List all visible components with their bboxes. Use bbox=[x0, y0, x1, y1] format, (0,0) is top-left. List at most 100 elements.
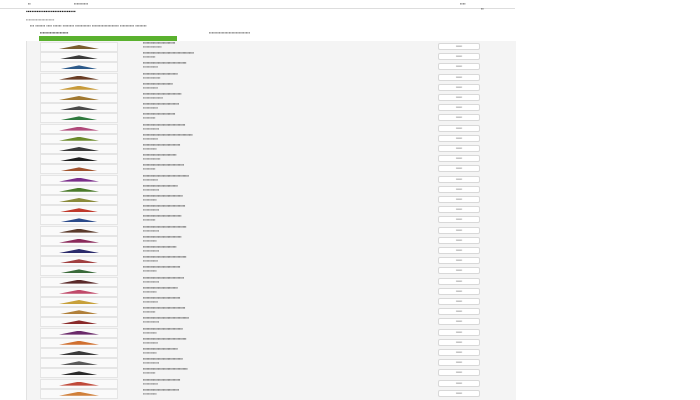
view-button[interactable]: ▪▪▪▪▪▪ bbox=[438, 124, 480, 132]
product-meta: ▪▪▪▪▪▪▪▪▪▪▪▪▪▪▪ bbox=[143, 45, 162, 49]
view-button[interactable]: ▪▪▪▪▪▪ bbox=[438, 247, 480, 254]
thumbnail-art bbox=[59, 259, 99, 264]
product-info: ▪▪▪▪▪▪▪▪▪▪▪▪▪▪▪▪▪▪▪▪▪▪▪▪▪▪▪▪▪▪▪▪▪▪▪▪▪▪▪▪… bbox=[143, 255, 343, 263]
list-item[interactable]: ▪▪▪▪▪▪▪▪▪▪▪▪▪▪▪▪▪▪▪▪▪▪▪▪▪▪▪▪▪▪▪▪▪▪▪▪▪▪▪▪… bbox=[27, 51, 516, 63]
view-button[interactable]: ▪▪▪▪▪▪ bbox=[438, 94, 480, 101]
view-button[interactable]: ▪▪▪▪▪▪ bbox=[438, 359, 480, 367]
product-meta: ▪▪▪▪▪▪▪▪▪▪ bbox=[143, 55, 156, 60]
product-meta: ▪▪▪▪▪▪▪▪▪▪▪▪▪▪▪▪ bbox=[143, 96, 163, 100]
view-button[interactable]: ▪▪▪▪▪▪ bbox=[438, 206, 480, 214]
cart-link[interactable]: ▪▪ bbox=[481, 6, 484, 11]
product-meta: ▪▪▪▪▪▪▪▪▪▪▪▪ bbox=[143, 106, 158, 111]
view-button[interactable]: ▪▪▪▪▪▪ bbox=[438, 349, 480, 356]
list-item[interactable]: ▪▪▪▪▪▪▪▪▪▪▪▪▪▪▪▪▪▪▪▪▪▪▪▪▪▪▪▪▪▪▪▪▪▪▪▪▪▪▪▪… bbox=[27, 41, 516, 52]
view-button[interactable]: ▪▪▪▪▪▪ bbox=[438, 277, 480, 285]
view-button[interactable]: ▪▪▪▪▪▪ bbox=[438, 43, 480, 50]
list-item[interactable]: ▪▪▪▪▪▪▪▪▪▪▪▪▪▪▪▪▪▪▪▪▪▪▪▪▪▪▪▪▪▪▪▪▪▪▪▪▪▪▪▪… bbox=[27, 255, 516, 267]
list-item[interactable]: ▪▪▪▪▪▪▪▪▪▪▪▪▪▪▪▪▪▪▪▪▪▪▪▪▪▪▪▪▪▪▪▪▪▪▪▪▪▪▪▪… bbox=[27, 174, 516, 185]
product-meta: ▪▪▪▪▪▪▪▪▪▪▪▪▪ bbox=[143, 249, 160, 253]
view-button[interactable]: ▪▪▪▪▪▪ bbox=[438, 338, 480, 346]
list-item[interactable]: ▪▪▪▪▪▪▪▪▪▪▪▪▪▪▪▪▪▪▪▪▪▪▪▪▪▪▪▪▪▪▪▪▪▪▪▪▪▪▪▪… bbox=[27, 357, 516, 369]
list-item[interactable]: ▪▪▪▪▪▪▪▪▪▪▪▪▪▪▪▪▪▪▪▪▪▪▪▪▪▪▪▪▪▪▪▪▪▪▪▪▪▪▪▪… bbox=[27, 337, 516, 348]
list-item[interactable]: ▪▪▪▪▪▪▪▪▪▪▪▪▪▪▪▪▪▪▪▪▪▪▪▪▪▪▪▪▪▪▪▪▪▪▪▪▪▪▪▪… bbox=[27, 82, 516, 93]
list-item[interactable]: ▪▪▪▪▪▪▪▪▪▪▪▪▪▪▪▪▪▪▪▪▪▪▪▪▪▪▪▪▪▪▪▪▪▪▪▪▪▪▪▪… bbox=[27, 316, 516, 328]
list-item[interactable]: ▪▪▪▪▪▪▪▪▪▪▪▪▪▪▪▪▪▪▪▪▪▪▪▪▪▪▪▪▪▪▪▪▪▪▪▪▪▪▪▪… bbox=[27, 143, 516, 154]
list-item[interactable]: ▪▪▪▪▪▪▪▪▪▪▪▪▪▪▪▪▪▪▪▪▪▪▪▪▪▪▪▪▪▪▪▪▪▪▪▪▪▪▪▪… bbox=[27, 204, 516, 216]
view-button[interactable]: ▪▪▪▪▪▪ bbox=[438, 389, 480, 397]
account-link[interactable]: ▪▪▪▪ bbox=[460, 1, 466, 6]
site-logo[interactable]: ▪▪ bbox=[28, 1, 31, 6]
list-item[interactable]: ▪▪▪▪▪▪▪▪▪▪▪▪▪▪▪▪▪▪▪▪▪▪▪▪▪▪▪▪▪▪▪▪▪▪▪▪▪▪▪▪… bbox=[27, 225, 516, 236]
view-button[interactable]: ▪▪▪▪▪▪ bbox=[438, 287, 480, 295]
list-item[interactable]: ▪▪▪▪▪▪▪▪▪▪▪▪▪▪▪▪▪▪▪▪▪▪▪▪▪▪▪▪▪▪▪▪▪▪▪▪▪▪▪▪… bbox=[27, 92, 516, 103]
product-info: ▪▪▪▪▪▪▪▪▪▪▪▪▪▪▪▪▪▪▪▪▪▪▪▪▪▪▪▪▪▪▪▪▪▪▪▪▪▪▪▪… bbox=[143, 41, 343, 49]
list-item[interactable]: ▪▪▪▪▪▪▪▪▪▪▪▪▪▪▪▪▪▪▪▪▪▪▪▪▪▪▪▪▪▪▪▪▪▪▪▪▪▪▪▪… bbox=[27, 388, 516, 399]
list-item[interactable]: ▪▪▪▪▪▪▪▪▪▪▪▪▪▪▪▪▪▪▪▪▪▪▪▪▪▪▪▪▪▪▪▪▪▪▪▪▪▪▪▪… bbox=[27, 194, 516, 205]
view-button[interactable]: ▪▪▪▪▪▪ bbox=[438, 298, 480, 305]
view-button[interactable]: ▪▪▪▪▪▪ bbox=[438, 226, 480, 234]
view-button[interactable]: ▪▪▪▪▪▪ bbox=[438, 165, 480, 173]
product-info: ▪▪▪▪▪▪▪▪▪▪▪▪▪▪▪▪▪▪▪▪▪▪▪▪▪▪▪▪▪▪▪▪▪▪▪▪▪▪▪▪… bbox=[143, 306, 343, 314]
view-button[interactable]: ▪▪▪▪▪▪ bbox=[438, 114, 480, 122]
view-button[interactable]: ▪▪▪▪▪▪ bbox=[438, 318, 480, 326]
view-button[interactable]: ▪▪▪▪▪▪ bbox=[438, 175, 480, 183]
view-button[interactable]: ▪▪▪▪▪▪ bbox=[438, 185, 480, 193]
list-item[interactable]: ▪▪▪▪▪▪▪▪▪▪▪▪▪▪▪▪▪▪▪▪▪▪▪▪▪▪▪▪▪▪▪▪▪▪▪▪▪▪▪▪… bbox=[27, 306, 516, 318]
view-button[interactable]: ▪▪▪▪▪▪ bbox=[438, 155, 480, 163]
view-button[interactable]: ▪▪▪▪▪▪ bbox=[438, 267, 480, 275]
view-button[interactable]: ▪▪▪▪▪▪ bbox=[438, 196, 480, 203]
view-button[interactable]: ▪▪▪▪▪▪ bbox=[438, 63, 480, 71]
product-meta: ▪▪▪▪▪▪▪▪▪▪▪▪▪▪ bbox=[143, 157, 161, 162]
view-button[interactable]: ▪▪▪▪▪▪ bbox=[438, 328, 480, 336]
view-button[interactable]: ▪▪▪▪▪▪ bbox=[438, 145, 480, 152]
view-button[interactable]: ▪▪▪▪▪▪ bbox=[438, 379, 480, 387]
list-item[interactable]: ▪▪▪▪▪▪▪▪▪▪▪▪▪▪▪▪▪▪▪▪▪▪▪▪▪▪▪▪▪▪▪▪▪▪▪▪▪▪▪▪… bbox=[27, 72, 516, 83]
view-button[interactable]: ▪▪▪▪▪▪ bbox=[438, 216, 480, 224]
list-item[interactable]: ▪▪▪▪▪▪▪▪▪▪▪▪▪▪▪▪▪▪▪▪▪▪▪▪▪▪▪▪▪▪▪▪▪▪▪▪▪▪▪▪… bbox=[27, 347, 516, 358]
list-item[interactable]: ▪▪▪▪▪▪▪▪▪▪▪▪▪▪▪▪▪▪▪▪▪▪▪▪▪▪▪▪▪▪▪▪▪▪▪▪▪▪▪▪… bbox=[27, 123, 516, 134]
product-meta: ▪▪▪▪▪▪▪▪▪▪▪▪▪ bbox=[143, 228, 160, 233]
product-meta: ▪▪▪▪▪▪▪▪▪▪ bbox=[143, 218, 156, 223]
list-item[interactable]: ▪▪▪▪▪▪▪▪▪▪▪▪▪▪▪▪▪▪▪▪▪▪▪▪▪▪▪▪▪▪▪▪▪▪▪▪▪▪▪▪… bbox=[27, 276, 516, 287]
list-item[interactable]: ▪▪▪▪▪▪▪▪▪▪▪▪▪▪▪▪▪▪▪▪▪▪▪▪▪▪▪▪▪▪▪▪▪▪▪▪▪▪▪▪… bbox=[27, 367, 516, 379]
list-item[interactable]: ▪▪▪▪▪▪▪▪▪▪▪▪▪▪▪▪▪▪▪▪▪▪▪▪▪▪▪▪▪▪▪▪▪▪▪▪▪▪▪▪… bbox=[27, 214, 516, 226]
view-button[interactable]: ▪▪▪▪▪▪ bbox=[438, 369, 480, 377]
view-button[interactable]: ▪▪▪▪▪▪ bbox=[438, 257, 480, 265]
product-meta: ▪▪▪▪▪▪▪▪▪▪▪▪ bbox=[143, 300, 158, 304]
list-item[interactable]: ▪▪▪▪▪▪▪▪▪▪▪▪▪▪▪▪▪▪▪▪▪▪▪▪▪▪▪▪▪▪▪▪▪▪▪▪▪▪▪▪… bbox=[27, 102, 516, 114]
top-nav-link[interactable]: ▪▪▪▪▪▪▪▪▪▪ bbox=[74, 1, 88, 6]
view-button[interactable]: ▪▪▪▪▪▪ bbox=[438, 134, 480, 142]
view-button[interactable]: ▪▪▪▪▪▪ bbox=[438, 73, 480, 81]
product-meta: ▪▪▪▪▪▪▪▪▪▪▪▪▪ bbox=[143, 187, 160, 192]
product-meta: ▪▪▪▪▪▪▪▪▪▪▪▪▪ bbox=[143, 126, 160, 131]
view-button[interactable]: ▪▪▪▪▪▪ bbox=[438, 104, 480, 112]
thumbnail-art bbox=[59, 157, 99, 162]
view-button[interactable]: ▪▪▪▪▪▪ bbox=[438, 53, 480, 61]
list-item[interactable]: ▪▪▪▪▪▪▪▪▪▪▪▪▪▪▪▪▪▪▪▪▪▪▪▪▪▪▪▪▪▪▪▪▪▪▪▪▪▪▪▪… bbox=[27, 286, 516, 297]
product-info: ▪▪▪▪▪▪▪▪▪▪▪▪▪▪▪▪▪▪▪▪▪▪▪▪▪▪▪▪▪▪▪▪▪▪▪▪▪▪▪▪ bbox=[143, 245, 343, 253]
list-item[interactable]: ▪▪▪▪▪▪▪▪▪▪▪▪▪▪▪▪▪▪▪▪▪▪▪▪▪▪▪▪▪▪▪▪▪▪▪▪▪▪▪▪… bbox=[27, 378, 516, 389]
list-item[interactable]: ▪▪▪▪▪▪▪▪▪▪▪▪▪▪▪▪▪▪▪▪▪▪▪▪▪▪▪▪▪▪▪▪▪▪▪▪▪▪▪▪… bbox=[27, 133, 516, 144]
list-item[interactable]: ▪▪▪▪▪▪▪▪▪▪▪▪▪▪▪▪▪▪▪▪▪▪▪▪▪▪▪▪▪▪▪▪▪▪▪▪▪▪▪▪… bbox=[27, 296, 516, 307]
list-item[interactable]: ▪▪▪▪▪▪▪▪▪▪▪▪▪▪▪▪▪▪▪▪▪▪▪▪▪▪▪▪▪▪▪▪▪▪▪▪▪▪▪▪… bbox=[27, 112, 516, 124]
view-button[interactable]: ▪▪▪▪▪▪ bbox=[438, 83, 480, 91]
list-item[interactable]: ▪▪▪▪▪▪▪▪▪▪▪▪▪▪▪▪▪▪▪▪▪▪▪▪▪▪▪▪▪▪▪▪▪▪▪▪▪▪▪▪… bbox=[27, 327, 516, 338]
product-thumbnail[interactable] bbox=[40, 388, 118, 399]
product-info: ▪▪▪▪▪▪▪▪▪▪▪▪▪▪▪▪▪▪▪▪▪▪▪▪▪▪▪▪▪▪▪▪▪▪▪▪▪▪▪▪… bbox=[143, 337, 343, 345]
product-meta: ▪▪▪▪▪▪▪▪▪▪▪ bbox=[143, 330, 157, 335]
list-item[interactable]: ▪▪▪▪▪▪▪▪▪▪▪▪▪▪▪▪▪▪▪▪▪▪▪▪▪▪▪▪▪▪▪▪▪▪▪▪▪▪▪▪… bbox=[27, 61, 516, 73]
view-button[interactable]: ▪▪▪▪▪▪ bbox=[438, 236, 480, 244]
product-meta: ▪▪▪▪▪▪▪▪▪▪▪▪ bbox=[143, 136, 158, 141]
thumbnail-art bbox=[59, 289, 99, 294]
list-item[interactable]: ▪▪▪▪▪▪▪▪▪▪▪▪▪▪▪▪▪▪▪▪▪▪▪▪▪▪▪▪▪▪▪▪▪▪▪▪▪▪▪▪… bbox=[27, 153, 516, 165]
thumbnail-art bbox=[59, 300, 99, 304]
view-button[interactable]: ▪▪▪▪▪▪ bbox=[438, 308, 480, 316]
list-item[interactable]: ▪▪▪▪▪▪▪▪▪▪▪▪▪▪▪▪▪▪▪▪▪▪▪▪▪▪▪▪▪▪▪▪▪▪▪▪▪▪▪▪… bbox=[27, 184, 516, 195]
list-item[interactable]: ▪▪▪▪▪▪▪▪▪▪▪▪▪▪▪▪▪▪▪▪▪▪▪▪▪▪▪▪▪▪▪▪▪▪▪▪▪▪▪▪… bbox=[27, 245, 516, 256]
breadcrumb[interactable]: ▪▪▪▪▪▪▪▪▪▪▪▪▪▪▪▪▪▪▪▪ bbox=[26, 17, 54, 22]
product-meta: ▪▪▪▪▪▪▪▪▪▪▪▪▪ bbox=[143, 279, 160, 284]
list-item[interactable]: ▪▪▪▪▪▪▪▪▪▪▪▪▪▪▪▪▪▪▪▪▪▪▪▪▪▪▪▪▪▪▪▪▪▪▪▪▪▪▪▪… bbox=[27, 265, 516, 277]
thumbnail-art bbox=[59, 320, 99, 325]
list-item[interactable]: ▪▪▪▪▪▪▪▪▪▪▪▪▪▪▪▪▪▪▪▪▪▪▪▪▪▪▪▪▪▪▪▪▪▪▪▪▪▪▪▪… bbox=[27, 235, 516, 246]
list-item[interactable]: ▪▪▪▪▪▪▪▪▪▪▪▪▪▪▪▪▪▪▪▪▪▪▪▪▪▪▪▪▪▪▪▪▪▪▪▪▪▪▪▪… bbox=[27, 163, 516, 175]
